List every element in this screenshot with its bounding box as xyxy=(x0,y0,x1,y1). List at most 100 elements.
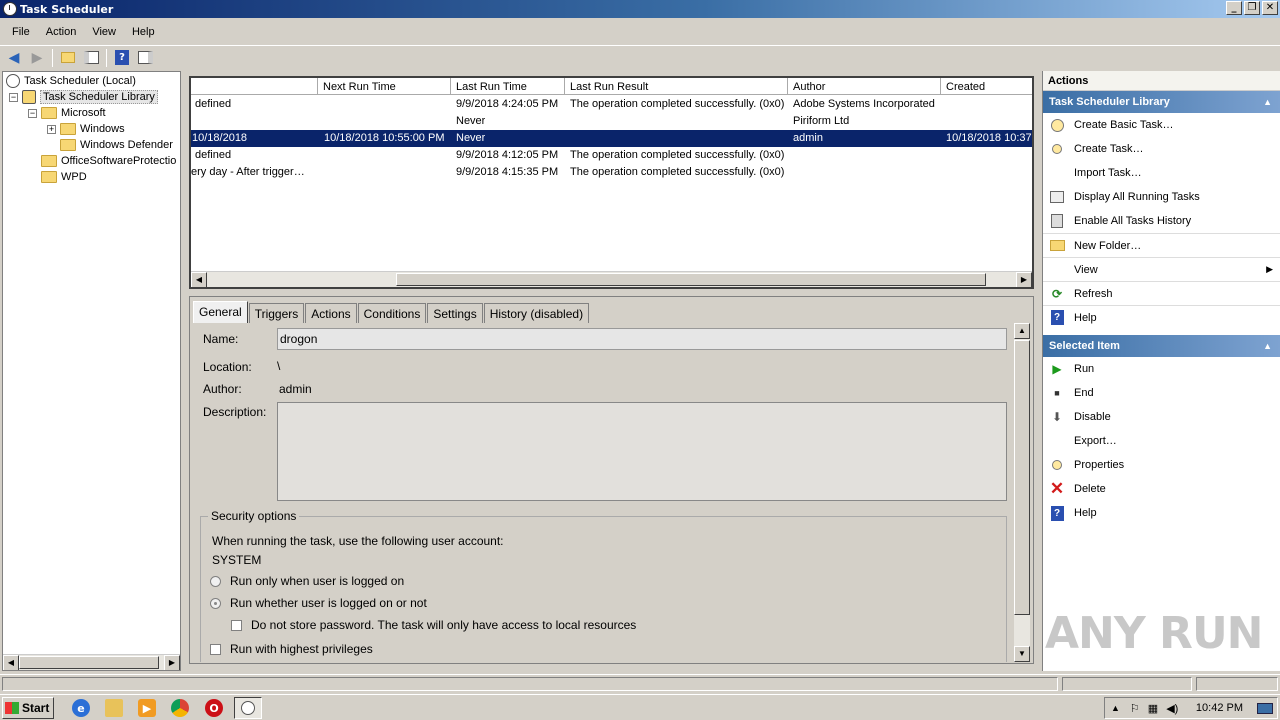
action-help-library[interactable]: ? Help xyxy=(1043,305,1280,329)
radio-whether-logged-on[interactable] xyxy=(210,598,221,609)
folder-icon xyxy=(60,123,76,135)
task-list-horizontal-scrollbar[interactable]: ◀ ▶ xyxy=(191,271,1032,287)
section-task-scheduler-library[interactable]: Task Scheduler Library xyxy=(1043,91,1280,113)
checkbox-highest-privileges[interactable] xyxy=(210,644,221,655)
scroll-left-icon[interactable]: ◀ xyxy=(3,655,19,670)
column-last-run-result[interactable]: Last Run Result xyxy=(564,78,787,95)
scroll-thumb[interactable] xyxy=(19,656,159,669)
action-new-folder[interactable]: New Folder… xyxy=(1043,233,1280,257)
checkbox-do-not-store-password[interactable] xyxy=(231,620,242,631)
action-export[interactable]: Export… xyxy=(1043,429,1280,453)
name-field[interactable]: drogon xyxy=(277,328,1007,350)
up-folder-icon[interactable] xyxy=(58,48,78,68)
table-row[interactable]: defined 9/9/2018 4:24:05 PM The operatio… xyxy=(191,96,1032,113)
tab-triggers[interactable]: Triggers xyxy=(248,303,305,323)
scroll-down-icon[interactable]: ▼ xyxy=(1014,646,1030,662)
network-icon[interactable]: ▦ xyxy=(1148,702,1158,715)
tree-horizontal-scrollbar[interactable]: ◀ ▶ xyxy=(3,654,180,670)
action-create-task[interactable]: Create Task… xyxy=(1043,137,1280,161)
chrome-icon[interactable] xyxy=(171,699,189,717)
table-row[interactable]: ery day - After trigger… 9/9/2018 4:15:3… xyxy=(191,164,1032,181)
action-disable[interactable]: ⬇ Disable xyxy=(1043,405,1280,429)
status-segment xyxy=(1062,677,1192,691)
cell-last-run: 9/9/2018 4:15:35 PM xyxy=(456,166,559,178)
cell-last-run: Never xyxy=(456,115,486,127)
restore-button[interactable]: ❐ xyxy=(1244,1,1260,15)
table-row-selected[interactable]: 10/18/2018 10/18/2018 10:55:00 PM Never … xyxy=(191,130,1032,147)
minimize-button[interactable]: _ xyxy=(1226,1,1242,15)
column-author[interactable]: Author xyxy=(787,78,940,95)
tree-node-office[interactable]: OfficeSoftwareProtectio xyxy=(41,153,176,169)
tree-node-local[interactable]: Task Scheduler (Local) xyxy=(6,73,136,89)
section-selected-item[interactable]: Selected Item xyxy=(1043,335,1280,357)
show-hide-console-tree-icon[interactable] xyxy=(81,48,101,68)
scroll-thumb[interactable] xyxy=(1014,340,1030,615)
taskbar-task-scheduler-button[interactable] xyxy=(234,697,262,719)
scroll-right-icon[interactable]: ▶ xyxy=(1016,272,1032,287)
action-help-selected[interactable]: ? Help xyxy=(1043,501,1280,525)
help-icon[interactable]: ? xyxy=(112,48,132,68)
action-label: Delete xyxy=(1074,483,1106,495)
file-explorer-icon[interactable] xyxy=(105,699,123,717)
action-display-running-tasks[interactable]: Display All Running Tasks xyxy=(1043,185,1280,209)
action-import-task[interactable]: Import Task… xyxy=(1043,161,1280,185)
toolbar: ◀ ▶ ? xyxy=(0,45,1280,69)
action-properties[interactable]: Properties xyxy=(1043,453,1280,477)
detail-vertical-scrollbar[interactable]: ▲ ▼ xyxy=(1014,323,1030,662)
expand-icon[interactable]: + xyxy=(47,124,56,134)
menu-help[interactable]: Help xyxy=(124,26,163,38)
action-run[interactable]: ▶ Run xyxy=(1043,357,1280,381)
tree-node-library[interactable]: − Task Scheduler Library xyxy=(9,89,158,105)
scroll-thumb[interactable] xyxy=(396,273,986,286)
tree-node-microsoft[interactable]: − Microsoft xyxy=(28,105,106,121)
window-title: Task Scheduler xyxy=(20,2,114,16)
show-hidden-icons-icon[interactable]: ▲ xyxy=(1111,703,1120,713)
tab-settings[interactable]: Settings xyxy=(427,303,483,323)
menu-view[interactable]: View xyxy=(84,26,124,38)
start-button[interactable]: Start xyxy=(2,697,54,719)
menu-action[interactable]: Action xyxy=(38,26,85,38)
description-field[interactable] xyxy=(277,402,1007,501)
tab-general[interactable]: General xyxy=(193,301,248,323)
internet-explorer-icon[interactable]: e xyxy=(72,699,90,717)
action-view[interactable]: View ▶ xyxy=(1043,257,1280,281)
cell-result: The operation completed successfully. (0… xyxy=(570,149,785,161)
collapse-icon[interactable]: − xyxy=(28,108,37,118)
tree-node-wpd[interactable]: WPD xyxy=(41,169,87,185)
action-refresh[interactable]: ⟳ Refresh xyxy=(1043,281,1280,305)
tab-conditions[interactable]: Conditions xyxy=(357,303,427,323)
media-player-icon[interactable]: ▶ xyxy=(138,699,156,717)
tree-node-windows[interactable]: + Windows xyxy=(47,121,125,137)
volume-icon[interactable]: ◀) xyxy=(1166,702,1178,715)
show-hide-action-pane-icon[interactable] xyxy=(135,48,155,68)
scroll-left-icon[interactable]: ◀ xyxy=(191,272,207,287)
tree-node-label: Windows Defender xyxy=(80,139,173,151)
table-row[interactable]: defined 9/9/2018 4:12:05 PM The operatio… xyxy=(191,147,1032,164)
action-end[interactable]: ■ End xyxy=(1043,381,1280,405)
start-label: Start xyxy=(22,701,50,715)
column-next-run-time[interactable]: Next Run Time xyxy=(317,78,450,95)
action-enable-tasks-history[interactable]: Enable All Tasks History xyxy=(1043,209,1280,233)
forward-arrow-icon[interactable]: ▶ xyxy=(27,48,47,68)
folder-icon xyxy=(41,107,57,119)
tree-node-windows-defender[interactable]: Windows Defender xyxy=(60,137,173,153)
menu-file[interactable]: File xyxy=(4,26,38,38)
description-label: Description: xyxy=(203,405,267,419)
clock[interactable]: 10:42 PM xyxy=(1196,702,1243,714)
column-created[interactable]: Created xyxy=(940,78,1032,95)
table-row[interactable]: Never Piriform Ltd xyxy=(191,113,1032,130)
action-delete[interactable]: ✕ Delete xyxy=(1043,477,1280,501)
close-button[interactable]: ✕ xyxy=(1262,1,1278,15)
scroll-right-icon[interactable]: ▶ xyxy=(164,655,180,670)
tab-actions[interactable]: Actions xyxy=(305,303,357,323)
opera-icon[interactable]: O xyxy=(205,699,223,717)
column-last-run-time[interactable]: Last Run Time xyxy=(450,78,564,95)
back-arrow-icon[interactable]: ◀ xyxy=(4,48,24,68)
action-create-basic-task[interactable]: Create Basic Task… xyxy=(1043,113,1280,137)
collapse-icon[interactable]: − xyxy=(9,92,18,102)
show-desktop-icon[interactable] xyxy=(1257,703,1273,714)
scroll-up-icon[interactable]: ▲ xyxy=(1014,323,1030,339)
radio-logged-on[interactable] xyxy=(210,576,221,587)
action-center-flag-icon[interactable]: ⚐ xyxy=(1130,702,1140,715)
tab-history[interactable]: History (disabled) xyxy=(483,303,590,323)
